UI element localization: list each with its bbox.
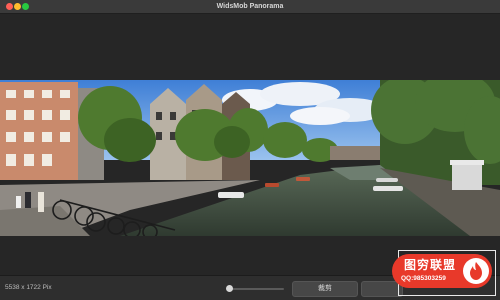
zoom-slider-handle[interactable] — [226, 285, 233, 292]
watermark-title: 图穷联盟 — [404, 258, 457, 272]
image-canvas — [0, 14, 500, 275]
panorama-photo — [0, 80, 500, 236]
watermark-subtitle: QQ:985303259 — [401, 275, 446, 282]
image-dimensions: 5538 x 1722 Pix — [5, 284, 52, 291]
panorama-image[interactable] — [0, 80, 500, 236]
flame-icon — [463, 258, 489, 284]
watermark-badge: 图穷联盟 QQ:985303259 — [392, 254, 492, 288]
title-bar: WidsMob Panorama — [0, 0, 500, 14]
app-window: WidsMob Panorama 5538 x 1722 Pix 裁剪 图穷联盟… — [0, 0, 500, 300]
crop-button[interactable]: 裁剪 — [292, 281, 358, 297]
window-title: WidsMob Panorama — [216, 3, 284, 10]
zoom-slider[interactable] — [232, 288, 284, 290]
